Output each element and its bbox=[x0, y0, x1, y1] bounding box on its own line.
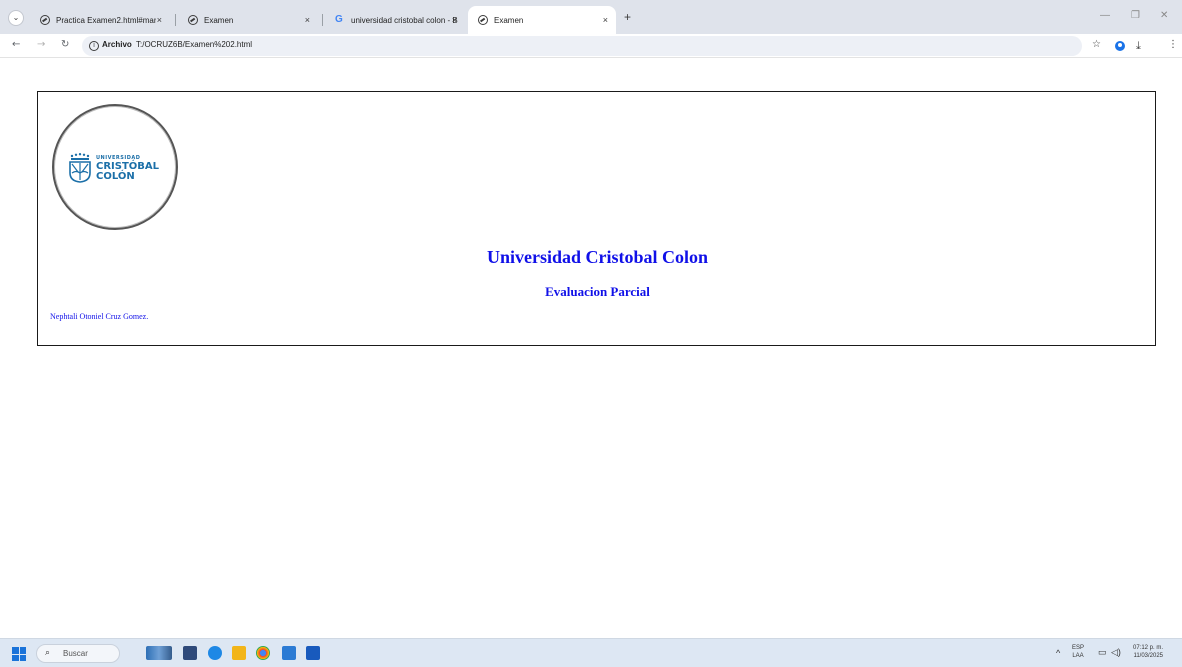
university-logo: UNIVERSIDAD CRISTÓBAL COLÓN bbox=[52, 104, 178, 230]
clock[interactable]: 07:12 p. m. 11/03/2025 bbox=[1133, 644, 1163, 661]
globe-icon bbox=[188, 15, 198, 25]
url-text[interactable]: T:/OCRUZ6B/Examen%202.html bbox=[136, 40, 252, 49]
tab-title: Examen bbox=[494, 15, 524, 25]
page-title: Universidad Cristobal Colon bbox=[486, 247, 709, 267]
tab-search-button[interactable]: ⌄ bbox=[8, 10, 24, 26]
volume-icon[interactable]: ◁) bbox=[1111, 647, 1121, 658]
back-arrow-icon[interactable]: ← bbox=[12, 39, 20, 50]
download-icon[interactable]: ⤓ bbox=[1136, 39, 1141, 53]
keyboard-layout: LAA bbox=[1072, 653, 1084, 660]
tab-title: Practica Examen2.html#manzan bbox=[56, 15, 156, 25]
tab-examen-active[interactable]: Examen × bbox=[468, 6, 616, 34]
taskbar: ⌕ Buscar ^ ESP LAA ▭ ◁) 07:12 p. m. 11/0… bbox=[0, 638, 1182, 667]
tab-divider bbox=[322, 14, 323, 26]
tab-divider bbox=[175, 14, 176, 26]
file-explorer-icon[interactable] bbox=[232, 646, 246, 660]
clock-date: 11/03/2025 bbox=[1133, 653, 1164, 660]
crest-icon bbox=[69, 153, 91, 183]
search-placeholder: Buscar bbox=[63, 649, 88, 658]
author-name: Nephtali Otoniel Cruz Gomez. bbox=[50, 312, 149, 321]
show-hidden-icons-icon[interactable]: ^ bbox=[1056, 648, 1060, 658]
close-tab-icon[interactable]: × bbox=[305, 15, 310, 25]
logo-wordmark: UNIVERSIDAD CRISTÓBAL COLÓN bbox=[96, 156, 159, 182]
restore-icon[interactable]: ❐ bbox=[1131, 10, 1140, 21]
content-box: UNIVERSIDAD CRISTÓBAL COLÓN Universidad … bbox=[37, 91, 1156, 346]
tab-examen-1[interactable]: Examen × bbox=[178, 6, 318, 34]
tab-practica[interactable]: Practica Examen2.html#manzan × bbox=[30, 6, 170, 34]
profile-avatar-icon[interactable] bbox=[1115, 41, 1125, 51]
close-tab-icon[interactable]: × bbox=[603, 15, 608, 25]
language-indicator[interactable]: ESP LAA bbox=[1072, 644, 1084, 661]
info-icon[interactable]: i bbox=[89, 41, 99, 51]
chrome-icon[interactable] bbox=[256, 646, 270, 660]
google-icon: G bbox=[335, 14, 343, 25]
globe-icon bbox=[40, 15, 50, 25]
tab-title: universidad cristobal colon - B bbox=[351, 15, 458, 25]
edge-icon[interactable] bbox=[208, 646, 222, 660]
close-tab-icon[interactable]: × bbox=[157, 15, 162, 25]
scheme-chip[interactable]: Archivo bbox=[102, 40, 132, 49]
more-menu-icon[interactable]: ⋮ bbox=[1168, 39, 1178, 50]
tab-strip: ⌄ Practica Examen2.html#manzan × Examen … bbox=[0, 0, 1182, 34]
language-code: ESP bbox=[1072, 645, 1085, 651]
globe-icon bbox=[478, 15, 488, 25]
windows-start-icon[interactable] bbox=[12, 647, 26, 661]
network-icon[interactable]: ▭ bbox=[1098, 647, 1107, 658]
address-bar[interactable]: i Archivo T:/OCRUZ6B/Examen%202.html bbox=[82, 36, 1082, 56]
logo-line-3: COLÓN bbox=[96, 171, 135, 182]
widgets-icon[interactable] bbox=[146, 646, 172, 660]
minimize-icon[interactable]: — bbox=[1100, 10, 1110, 21]
task-view-icon[interactable] bbox=[183, 646, 197, 660]
bookmark-star-icon[interactable]: ☆ bbox=[1092, 39, 1101, 50]
tab-title: Examen bbox=[204, 15, 234, 25]
browser-toolbar: ← → ↻ i Archivo T:/OCRUZ6B/Examen%202.ht… bbox=[0, 34, 1182, 58]
new-tab-button[interactable]: + bbox=[624, 10, 631, 24]
notepad-icon[interactable] bbox=[282, 646, 296, 660]
close-tab-icon[interactable]: × bbox=[452, 15, 457, 25]
reload-icon[interactable]: ↻ bbox=[61, 39, 69, 50]
clock-time: 07:12 p. m. bbox=[1133, 645, 1164, 651]
search-icon: ⌕ bbox=[45, 648, 51, 658]
close-window-icon[interactable]: ✕ bbox=[1160, 10, 1168, 21]
taskbar-search[interactable]: ⌕ Buscar bbox=[36, 644, 120, 663]
word-icon[interactable] bbox=[306, 646, 320, 660]
tab-google-search[interactable]: G universidad cristobal colon - B × bbox=[325, 6, 465, 34]
forward-arrow-icon[interactable]: → bbox=[37, 39, 45, 50]
page-subtitle: Evaluacion Parcial bbox=[545, 284, 650, 299]
